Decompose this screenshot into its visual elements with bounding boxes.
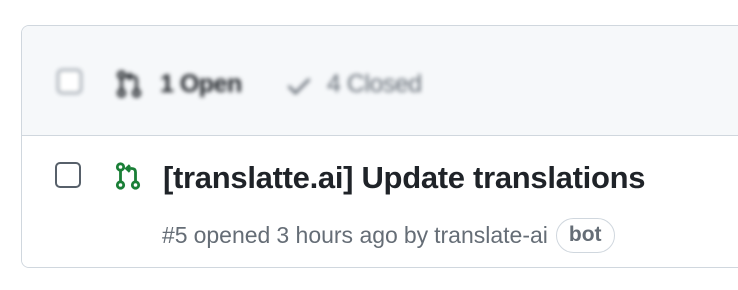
- pr-select-checkbox[interactable]: [55, 162, 81, 188]
- pr-opened-text: opened: [193, 222, 271, 248]
- pr-meta: #5 opened 3 hours ago by translate-ai bo…: [162, 218, 615, 253]
- git-pull-request-open-icon: [115, 162, 141, 190]
- open-count-link[interactable]: 1 Open: [160, 70, 242, 99]
- pr-list-header: 1 Open 4 Closed: [22, 26, 738, 136]
- pull-request-list: 1 Open 4 Closed [translatte.ai] Update t…: [21, 25, 738, 268]
- bot-badge: bot: [555, 218, 615, 253]
- pr-number: #5: [162, 222, 188, 248]
- pr-list-header-blurred: 1 Open 4 Closed: [22, 26, 738, 135]
- git-pull-request-icon: [116, 70, 142, 98]
- pr-title-link[interactable]: [translatte.ai] Update translations: [163, 160, 645, 196]
- check-icon: [287, 78, 311, 95]
- pr-by-text: by: [403, 222, 429, 248]
- pr-relative-time: 3 hours ago: [276, 222, 398, 248]
- select-all-checkbox[interactable]: [57, 69, 82, 94]
- closed-count-link[interactable]: 4 Closed: [327, 70, 422, 99]
- pull-request-row: [translatte.ai] Update translations #5 o…: [22, 137, 738, 267]
- pr-author-link[interactable]: translate-ai: [434, 222, 548, 249]
